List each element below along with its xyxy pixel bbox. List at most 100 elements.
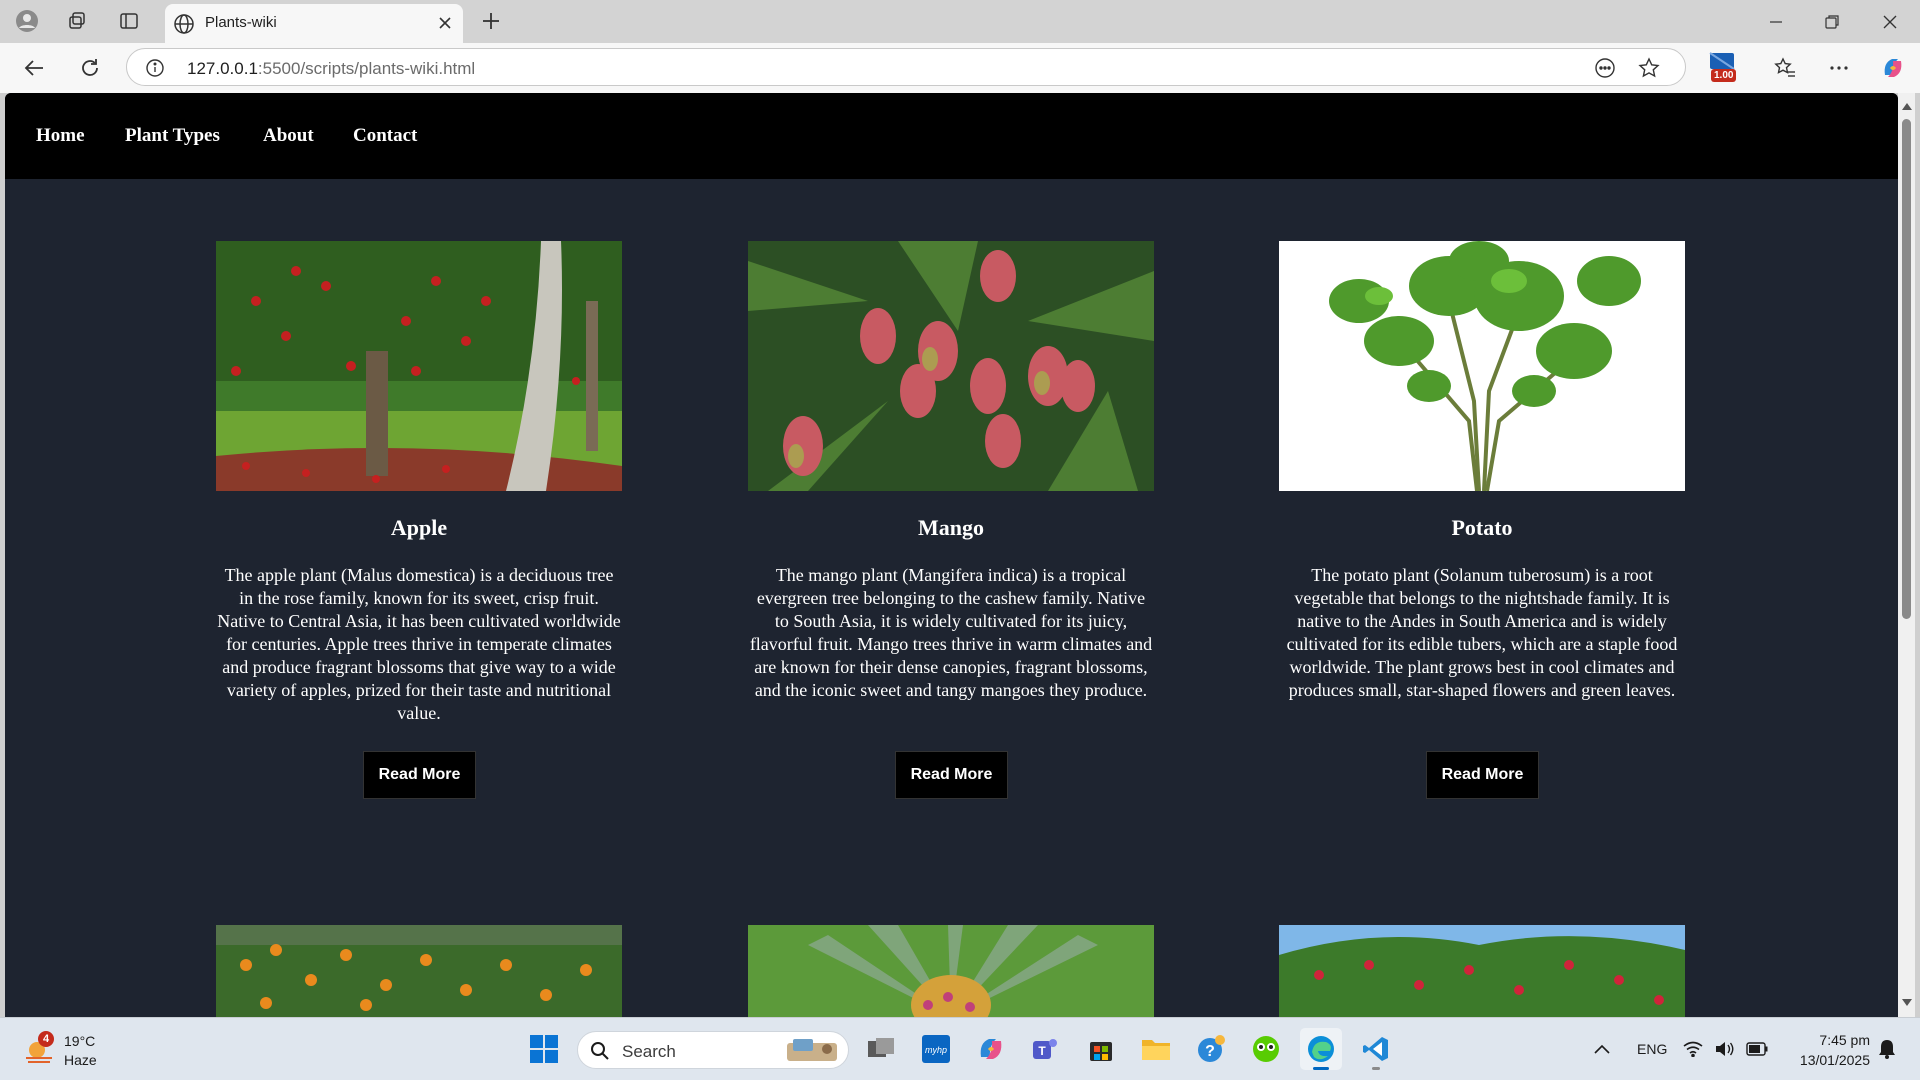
browser-tab-strip: Plants-wiki (0, 0, 1920, 43)
card-title-potato: Potato (1451, 515, 1513, 540)
wifi-icon (1683, 1041, 1703, 1057)
folder-icon (1142, 1040, 1170, 1060)
teams-app[interactable]: T (1024, 1028, 1066, 1070)
chevron-up-icon (1594, 1044, 1610, 1054)
myhp-icon: myhp (922, 1035, 950, 1063)
pomegranate-tree-image (1279, 925, 1685, 1017)
clock-time: 7:45 pm (1819, 1032, 1870, 1048)
nav-contact-link[interactable]: Contact (353, 125, 417, 147)
store-icon (1090, 1042, 1112, 1061)
back-button[interactable] (16, 51, 52, 85)
close-tab-icon[interactable] (435, 13, 455, 33)
workspaces-icon[interactable] (60, 6, 94, 36)
battery-icon (1746, 1042, 1768, 1056)
battery-status[interactable] (1742, 1028, 1772, 1070)
running-app-indicator (1372, 1067, 1380, 1070)
svg-text:?: ? (1205, 1043, 1215, 1060)
mango-tree-image (748, 241, 1154, 491)
extension-icon[interactable]: 1.00 (1708, 51, 1744, 87)
copilot-icon[interactable] (1875, 51, 1911, 85)
bell-icon (1879, 1040, 1895, 1059)
globe-icon (173, 13, 195, 40)
potato-plant-image (1279, 241, 1685, 491)
nav-about-link[interactable]: About (263, 125, 314, 147)
clock-date: 13/01/2025 (1799, 1052, 1870, 1068)
more-options-icon[interactable] (1821, 51, 1857, 85)
weather-widget[interactable]: 4 19°C Haze (20, 1030, 110, 1070)
profile-icon[interactable] (10, 6, 44, 36)
favorite-star-icon[interactable] (1637, 56, 1661, 80)
notifications-button[interactable] (1872, 1028, 1902, 1070)
show-hidden-icons-button[interactable] (1581, 1028, 1623, 1070)
nav-home-link[interactable]: Home (36, 125, 85, 147)
windows-taskbar: 4 19°C Haze Search myhp T ? ENG 7:45 pm … (0, 1017, 1920, 1080)
search-label: Search (622, 1042, 676, 1061)
address-bar[interactable]: 127.0.0.1:5500/scripts/plants-wiki.html (126, 48, 1686, 86)
taskbar-clock[interactable]: 7:45 pm 13/01/2025 (1780, 1030, 1870, 1070)
card-title-mango: Mango (918, 515, 984, 540)
site-navbar: Home Plant Types About Contact (5, 93, 1898, 179)
scrollbar-thumb[interactable] (1902, 119, 1911, 619)
refresh-button[interactable] (72, 51, 108, 85)
favorites-icon[interactable] (1767, 51, 1803, 85)
restore-button[interactable] (1804, 0, 1860, 43)
read-more-potato-button[interactable]: Read More (1426, 751, 1539, 799)
start-button[interactable] (523, 1028, 565, 1070)
weather-condition: Haze (64, 1052, 97, 1068)
copilot-app-icon (980, 1039, 1002, 1059)
extension-badge: 1.00 (1711, 69, 1737, 82)
taskbar-search-box[interactable]: Search (577, 1031, 849, 1069)
volume-icon (1716, 1042, 1734, 1056)
svg-text:myhp: myhp (925, 1045, 947, 1055)
tab-plants-wiki[interactable]: Plants-wiki (165, 4, 463, 43)
edge-app[interactable] (1300, 1028, 1342, 1070)
browser-toolbar: 127.0.0.1:5500/scripts/plants-wiki.html … (0, 43, 1920, 93)
read-aloud-icon[interactable] (1593, 56, 1617, 80)
windows-logo-icon (530, 1035, 558, 1063)
copilot-app[interactable] (970, 1028, 1012, 1070)
volume-status[interactable] (1710, 1028, 1740, 1070)
page-viewport: Home Plant Types About Contact Apple The… (5, 93, 1898, 1017)
weather-alert-badge: 4 (38, 1031, 54, 1047)
orange-tree-image (216, 925, 622, 1017)
active-app-indicator (1313, 1067, 1329, 1070)
task-view-icon (868, 1038, 894, 1057)
duolingo-app[interactable] (1245, 1028, 1287, 1070)
wifi-status[interactable] (1678, 1028, 1708, 1070)
search-highlight-icon (787, 1039, 837, 1061)
read-more-apple-button[interactable]: Read More (363, 751, 476, 799)
search-icon (590, 1041, 610, 1066)
new-tab-button[interactable] (474, 6, 508, 36)
weather-temp: 19°C (64, 1033, 96, 1049)
vscode-app[interactable] (1355, 1028, 1397, 1070)
file-explorer-app[interactable] (1135, 1028, 1177, 1070)
page-scrollbar[interactable] (1898, 93, 1915, 1017)
myhp-app[interactable]: myhp (915, 1028, 957, 1070)
scroll-down-arrow-icon[interactable] (1901, 997, 1912, 1008)
tab-actions-icon[interactable] (112, 6, 146, 36)
card-text-apple: The apple plant (Malus domestica) is a d… (217, 565, 621, 723)
help-icon: ? (1198, 1035, 1225, 1062)
url-text: 127.0.0.1:5500/scripts/plants-wiki.html (187, 59, 476, 78)
card-text-potato: The potato plant (Solanum tuberosum) is … (1286, 565, 1678, 700)
task-view-button[interactable] (860, 1028, 902, 1070)
teams-icon: T (1033, 1039, 1057, 1059)
store-app[interactable] (1080, 1028, 1122, 1070)
nav-plant-types-link[interactable]: Plant Types (125, 125, 220, 147)
edge-icon (1308, 1036, 1334, 1062)
read-more-mango-button[interactable]: Read More (895, 751, 1008, 799)
apple-tree-image (216, 241, 622, 491)
duolingo-icon (1253, 1036, 1279, 1062)
card-title-apple: Apple (390, 515, 448, 540)
card-text-mango: The mango plant (Mangifera indica) is a … (749, 565, 1153, 700)
pineapple-plant-image (748, 925, 1154, 1017)
scroll-up-arrow-icon[interactable] (1901, 101, 1912, 112)
minimize-button[interactable] (1748, 0, 1804, 43)
vscode-icon (1363, 1037, 1388, 1061)
get-help-app[interactable]: ? (1190, 1028, 1232, 1070)
site-info-icon[interactable] (145, 58, 165, 83)
svg-text:T: T (1038, 1044, 1046, 1058)
language-indicator[interactable]: ENG (1637, 1041, 1667, 1057)
close-window-button[interactable] (1862, 0, 1918, 43)
tab-title: Plants-wiki (205, 14, 277, 31)
